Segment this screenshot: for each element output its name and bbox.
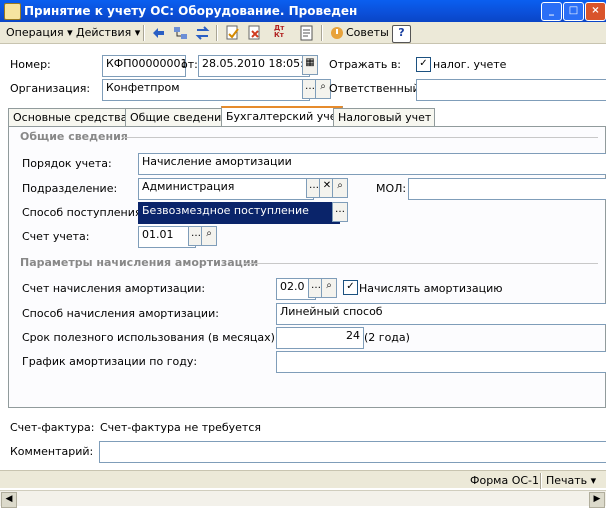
dt-kt-icon[interactable]: Дт Кт xyxy=(274,25,291,41)
schedule-label: График амортизации по году: xyxy=(22,355,198,368)
dep-method-field[interactable]: Линейный способ xyxy=(276,303,606,325)
form-button-bar: Форма ОС-1 Печать ▾ xyxy=(0,470,606,489)
report-icon[interactable] xyxy=(298,25,315,41)
useful-life-label: Срок полезного использования (в месяцах)… xyxy=(22,331,279,344)
toolbar-separator xyxy=(143,25,145,41)
accrue-depreciation-label: Начислять амортизацию xyxy=(359,282,503,295)
useful-life-note: (2 года) xyxy=(364,331,410,344)
invoice-value: Счет-фактура не требуется xyxy=(100,421,261,434)
accounting-order-field[interactable]: Начисление амортизации xyxy=(138,153,606,175)
horizontal-scrollbar[interactable]: ◀ ▶ xyxy=(0,490,606,508)
organization-label: Организация: xyxy=(10,82,91,95)
date-field[interactable]: 28.05.2010 18:05:06 xyxy=(198,55,310,77)
receipt-method-field[interactable]: Безвозмездное поступление xyxy=(138,202,340,224)
search-icon[interactable]: ⌕ xyxy=(321,278,337,298)
advice-button[interactable]: Советы xyxy=(346,26,389,39)
number-label: Номер: xyxy=(10,58,51,71)
section-divider xyxy=(244,263,598,264)
number-field[interactable]: КФП00000001 xyxy=(102,55,186,77)
accrue-depreciation-checkbox[interactable]: ✓ xyxy=(343,280,358,295)
organization-field[interactable]: Конфетпром xyxy=(102,79,310,101)
comment-label: Комментарий: xyxy=(10,445,94,458)
toolbar-separator xyxy=(540,473,542,489)
schedule-field[interactable] xyxy=(276,351,606,373)
actions-menu[interactable]: Действия ▾ xyxy=(76,26,140,39)
toolbar-separator xyxy=(321,25,323,41)
useful-life-field[interactable]: 24 xyxy=(276,327,364,349)
help-button[interactable]: ? xyxy=(392,25,411,43)
select-button[interactable]: … xyxy=(332,202,348,222)
toolbar: Операция ▾ Действия ▾ Дт Кт Советы ? xyxy=(0,22,606,44)
print-button[interactable]: Печать ▾ xyxy=(546,474,596,487)
responsible-field[interactable] xyxy=(416,79,606,101)
dep-account-label: Счет начисления амортизации: xyxy=(22,282,206,295)
mol-field[interactable] xyxy=(408,178,606,200)
mol-label: МОЛ: xyxy=(376,182,407,195)
search-icon[interactable]: ⌕ xyxy=(332,178,348,198)
operation-menu[interactable]: Операция ▾ xyxy=(6,26,73,39)
dt-kt-icon-text: Дт Кт xyxy=(274,24,285,39)
department-label: Подразделение: xyxy=(22,182,118,195)
post-document-icon[interactable] xyxy=(224,25,241,41)
minimize-button[interactable]: _ xyxy=(541,2,562,21)
form-os1-button[interactable]: Форма ОС-1 xyxy=(470,474,539,487)
receipt-method-label: Способ поступления: xyxy=(22,206,146,219)
depreciation-section-title: Параметры начисления амортизации xyxy=(20,256,259,269)
accounting-order-label: Порядок учета: xyxy=(22,157,112,170)
structure-icon[interactable] xyxy=(172,25,189,41)
close-button[interactable]: × xyxy=(585,2,606,21)
calendar-icon[interactable]: ▦ xyxy=(302,55,318,75)
search-icon[interactable]: ⌕ xyxy=(201,226,217,246)
tax-accounting-label: налог. учете xyxy=(433,58,507,71)
reflect-label: Отражать в: xyxy=(329,58,402,71)
move-icon[interactable] xyxy=(150,25,167,41)
department-field[interactable]: Администрация xyxy=(138,178,314,200)
window-title: Принятие к учету ОС: Оборудование. Прове… xyxy=(24,4,358,18)
title-bar: Принятие к учету ОС: Оборудование. Прове… xyxy=(0,0,606,22)
date-label: от: xyxy=(181,58,198,71)
advice-icon xyxy=(329,25,346,41)
general-section-title: Общие сведения xyxy=(20,130,128,143)
invoice-label: Счет-фактура: xyxy=(10,421,95,434)
unpost-document-icon[interactable] xyxy=(246,25,263,41)
document-icon xyxy=(4,3,21,20)
responsible-label: Ответственный: xyxy=(329,82,424,95)
section-divider xyxy=(122,137,598,138)
tax-accounting-checkbox[interactable]: ✓ xyxy=(416,57,431,72)
refresh-icon[interactable] xyxy=(194,25,211,41)
maximize-button[interactable]: □ xyxy=(563,2,584,21)
toolbar-separator xyxy=(216,25,218,41)
account-label: Счет учета: xyxy=(22,230,90,243)
comment-field[interactable] xyxy=(99,441,606,463)
dep-method-label: Способ начисления амортизации: xyxy=(22,307,219,320)
